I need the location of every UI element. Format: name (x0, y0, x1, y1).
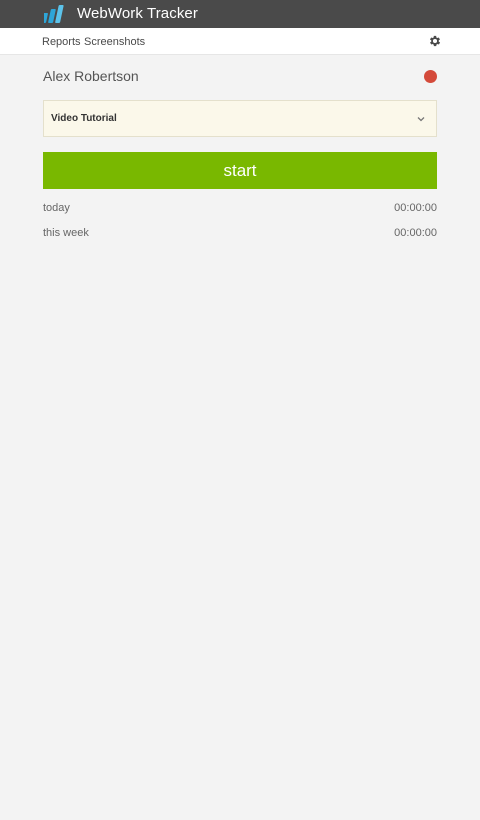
project-select[interactable]: Video Tutorial (43, 100, 437, 137)
gear-icon[interactable] (428, 34, 442, 48)
today-label: today (43, 202, 70, 214)
project-selected-value: Video Tutorial (51, 113, 117, 124)
week-value: 00:00:00 (394, 227, 437, 239)
app-title: WebWork Tracker (77, 5, 198, 22)
start-button[interactable]: start (43, 152, 437, 189)
user-name: Alex Robertson (43, 68, 139, 84)
title-bar: WebWork Tracker (0, 0, 480, 28)
status-indicator (424, 70, 437, 83)
today-value: 00:00:00 (394, 202, 437, 214)
reports-link[interactable]: Reports (42, 36, 81, 48)
webwork-logo-icon (44, 5, 64, 23)
nav-bar: Reports Screenshots (0, 28, 480, 55)
screenshots-link[interactable]: Screenshots (84, 36, 145, 48)
chevron-down-icon (417, 117, 425, 122)
week-label: this week (43, 227, 89, 239)
